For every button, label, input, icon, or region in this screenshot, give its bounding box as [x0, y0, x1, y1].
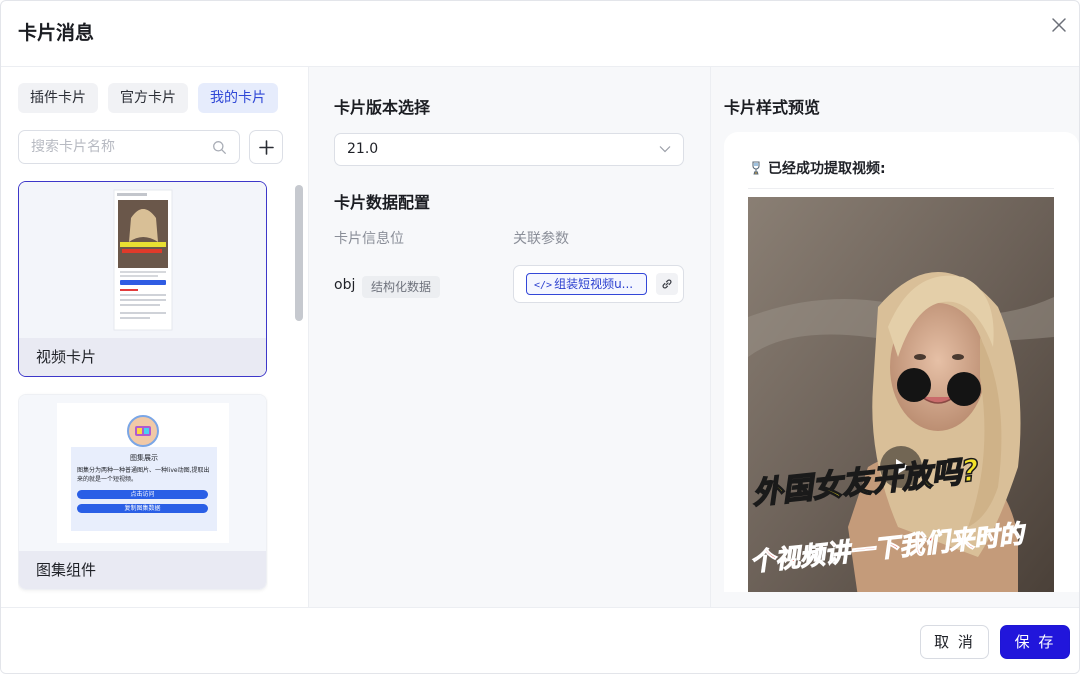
preview-title: 卡片样式预览: [724, 98, 821, 117]
tab-official-cards[interactable]: 官方卡片: [108, 83, 188, 113]
save-button[interactable]: 保 存: [1000, 625, 1070, 659]
preview-heading: 已经成功提取视频:: [749, 158, 886, 178]
gallery-thumb-text: 图集分为两种一种普通图片、一种live动图,提取出来的就是一个短视频。: [77, 467, 210, 483]
preview-panel: 卡片样式预览 已经成功提取视频: 外国女友开放吗? 个视频讲一下我们来时的: [711, 67, 1079, 607]
col-header-param: 关联参数: [513, 231, 569, 247]
version-title: 卡片版本选择: [334, 98, 431, 117]
tab-my-cards[interactable]: 我的卡片: [198, 83, 278, 113]
card-video[interactable]: 视频卡片: [18, 181, 267, 377]
scrollbar-thumb[interactable]: [295, 185, 303, 321]
card-list: 视频卡片 图集展示 图集分为两种一种普通图片、一种live动图,提取出来的就是一…: [18, 181, 268, 607]
link-icon: [662, 279, 672, 289]
trophy-icon: [752, 161, 760, 175]
param-tag[interactable]: </> 组装短视频u...: [526, 273, 647, 295]
link-button[interactable]: [656, 273, 678, 295]
card-type-tabs: 插件卡片 官方卡片 我的卡片: [18, 83, 278, 113]
card-list-scrollbar[interactable]: [292, 181, 303, 607]
preview-card: 已经成功提取视频: 外国女友开放吗? 个视频讲一下我们来时的: [724, 132, 1079, 592]
row-type-badge: 结构化数据: [362, 276, 441, 298]
search-icon: [213, 141, 226, 154]
card-thumbnail: [19, 182, 266, 338]
card-label: 视频卡片: [19, 338, 266, 376]
version-value: 21.0: [347, 141, 379, 157]
col-header-info: 卡片信息位: [334, 231, 404, 247]
card-message-dialog: 卡片消息 插件卡片 官方卡片 我的卡片 搜索卡片名称 视频卡片 图集展示 图集分…: [0, 0, 1080, 674]
dialog-body: 插件卡片 官方卡片 我的卡片 搜索卡片名称 视频卡片 图集展示 图集分为两种一种…: [1, 67, 1079, 607]
card-config-panel: 卡片版本选择 21.0 卡片数据配置 卡片信息位 关联参数 obj 结构化数据 …: [309, 67, 711, 607]
tab-plugin-cards[interactable]: 插件卡片: [18, 83, 98, 113]
card-gallery[interactable]: 图集展示 图集分为两种一种普通图片、一种live动图,提取出来的就是一个短视频。…: [18, 394, 267, 590]
chevron-down-icon: [659, 146, 671, 153]
row-key: obj: [334, 277, 356, 293]
preview-heading-text: 已经成功提取视频:: [768, 161, 886, 177]
cancel-button[interactable]: 取 消: [920, 625, 989, 659]
version-select[interactable]: 21.0: [334, 133, 684, 166]
param-tag-label: 组装短视频u...: [554, 277, 634, 291]
plus-icon: [259, 140, 274, 155]
gallery-logo-icon: [127, 415, 159, 447]
gallery-thumb-frame: 图集展示 图集分为两种一种普通图片、一种live动图,提取出来的就是一个短视频。…: [57, 403, 229, 543]
gallery-thumb-title: 图集展示: [130, 454, 158, 462]
divider: [748, 188, 1054, 189]
gallery-thumb-copy: 复制图集数据: [77, 504, 208, 513]
code-icon: </>: [534, 280, 553, 291]
param-box: </> 组装短视频u...: [513, 265, 684, 303]
card-thumbnail: 图集展示 图集分为两种一种普通图片、一种live动图,提取出来的就是一个短视频。…: [19, 395, 266, 551]
close-icon: [1052, 18, 1066, 32]
dialog-header: 卡片消息: [1, 1, 1079, 67]
video-preview[interactable]: 外国女友开放吗? 个视频讲一下我们来时的: [748, 197, 1054, 592]
search-box: [18, 130, 240, 164]
search-input[interactable]: [31, 131, 211, 163]
card-label: 图集组件: [19, 551, 266, 589]
card-library-panel: 插件卡片 官方卡片 我的卡片 搜索卡片名称 视频卡片 图集展示 图集分为两种一种…: [1, 67, 309, 607]
config-title: 卡片数据配置: [334, 193, 431, 212]
dialog-footer: 取 消 保 存: [1, 607, 1079, 673]
gallery-thumb-visit: 点击访问: [77, 490, 208, 499]
close-button[interactable]: [1047, 13, 1071, 37]
video-card-thumbnail-image: [113, 189, 173, 331]
add-card-button[interactable]: [249, 130, 283, 164]
dialog-title: 卡片消息: [18, 22, 95, 44]
